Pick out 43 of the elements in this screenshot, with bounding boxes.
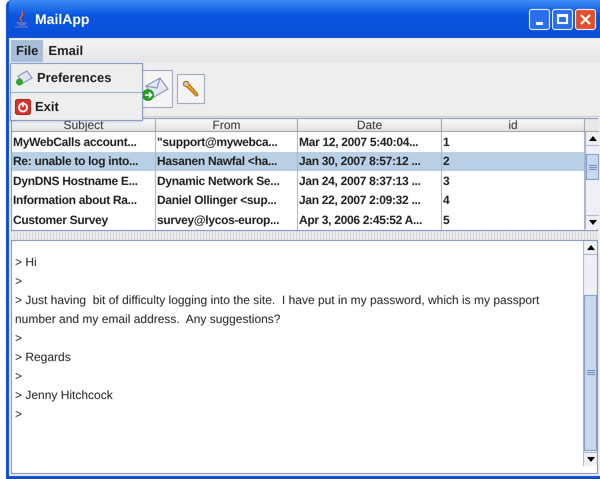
minimize-button[interactable]	[529, 8, 550, 30]
coffee-cup-icon	[15, 10, 29, 28]
column-header[interactable]: Date	[298, 119, 442, 132]
close-button[interactable]	[575, 8, 596, 30]
scrollbar[interactable]	[585, 132, 599, 229]
wrench-icon	[181, 79, 201, 99]
maximize-button[interactable]	[552, 8, 573, 30]
down-arrow-icon[interactable]	[586, 456, 594, 462]
message-line: > Just having bit of difficulty logging into the site. I have put in my password, which is my passport number and my email address. Any suggestions?	[15, 292, 540, 328]
table-row[interactable]: Re: unable to log into... Hasanen Nawfal <ha... Jan 30, 2007 8:57:12 ... 2	[12, 152, 585, 171]
column-header[interactable]: id	[442, 119, 585, 132]
table-cell: Apr 3, 2006 2:45:52 A...	[298, 210, 442, 230]
column-header[interactable]: From	[156, 119, 298, 132]
table-cell: survey@lycos-europ...	[156, 210, 298, 230]
grip-icon	[588, 164, 596, 170]
menu-entry[interactable]: Exit	[11, 92, 142, 120]
menu-item[interactable]: Email	[43, 40, 88, 62]
up-arrow-icon[interactable]	[588, 136, 596, 141]
message-line: >	[15, 330, 24, 346]
power-icon	[15, 98, 31, 114]
message-line: > Regards	[15, 348, 72, 366]
window-title: MailApp	[35, 10, 90, 29]
menu-entry[interactable]: Preferences	[11, 64, 142, 92]
table-row[interactable]: MyWebCalls account... "support@mywebca... Mar 12, 2007 5:40:04... 1	[12, 132, 585, 152]
message-line: >	[15, 272, 24, 290]
scroll-thumb[interactable]	[586, 154, 599, 180]
message-line: > Jenny Hitchcock	[15, 386, 114, 404]
envelope-icon	[15, 70, 33, 86]
toolbar-button[interactable]	[177, 74, 205, 104]
scrollbar[interactable]	[583, 240, 597, 466]
message-line: > Hi	[15, 254, 38, 270]
scroll-thumb[interactable]	[584, 294, 597, 450]
table-row[interactable]: Information about Ra... Daniel Ollinger <sup... Jan 22, 2007 2:09:32 ... 4	[12, 190, 585, 210]
table-cell: Customer Survey	[12, 210, 156, 230]
close-icon	[580, 14, 591, 24]
menu-item[interactable]: File	[11, 40, 44, 62]
up-arrow-icon[interactable]	[586, 244, 594, 250]
message-line: >	[15, 406, 24, 422]
table-row[interactable]: Customer Survey survey@lycos-europ... Apr 3, 2006 2:45:52 A... 5	[12, 210, 585, 230]
table-row[interactable]: DynDNS Hostname E... Dynamic Network Se... Jan 24, 2007 8:37:13 ... 3	[12, 171, 585, 190]
down-arrow-icon[interactable]	[588, 220, 596, 225]
grip-icon	[586, 370, 594, 375]
message-line: >	[15, 368, 24, 384]
